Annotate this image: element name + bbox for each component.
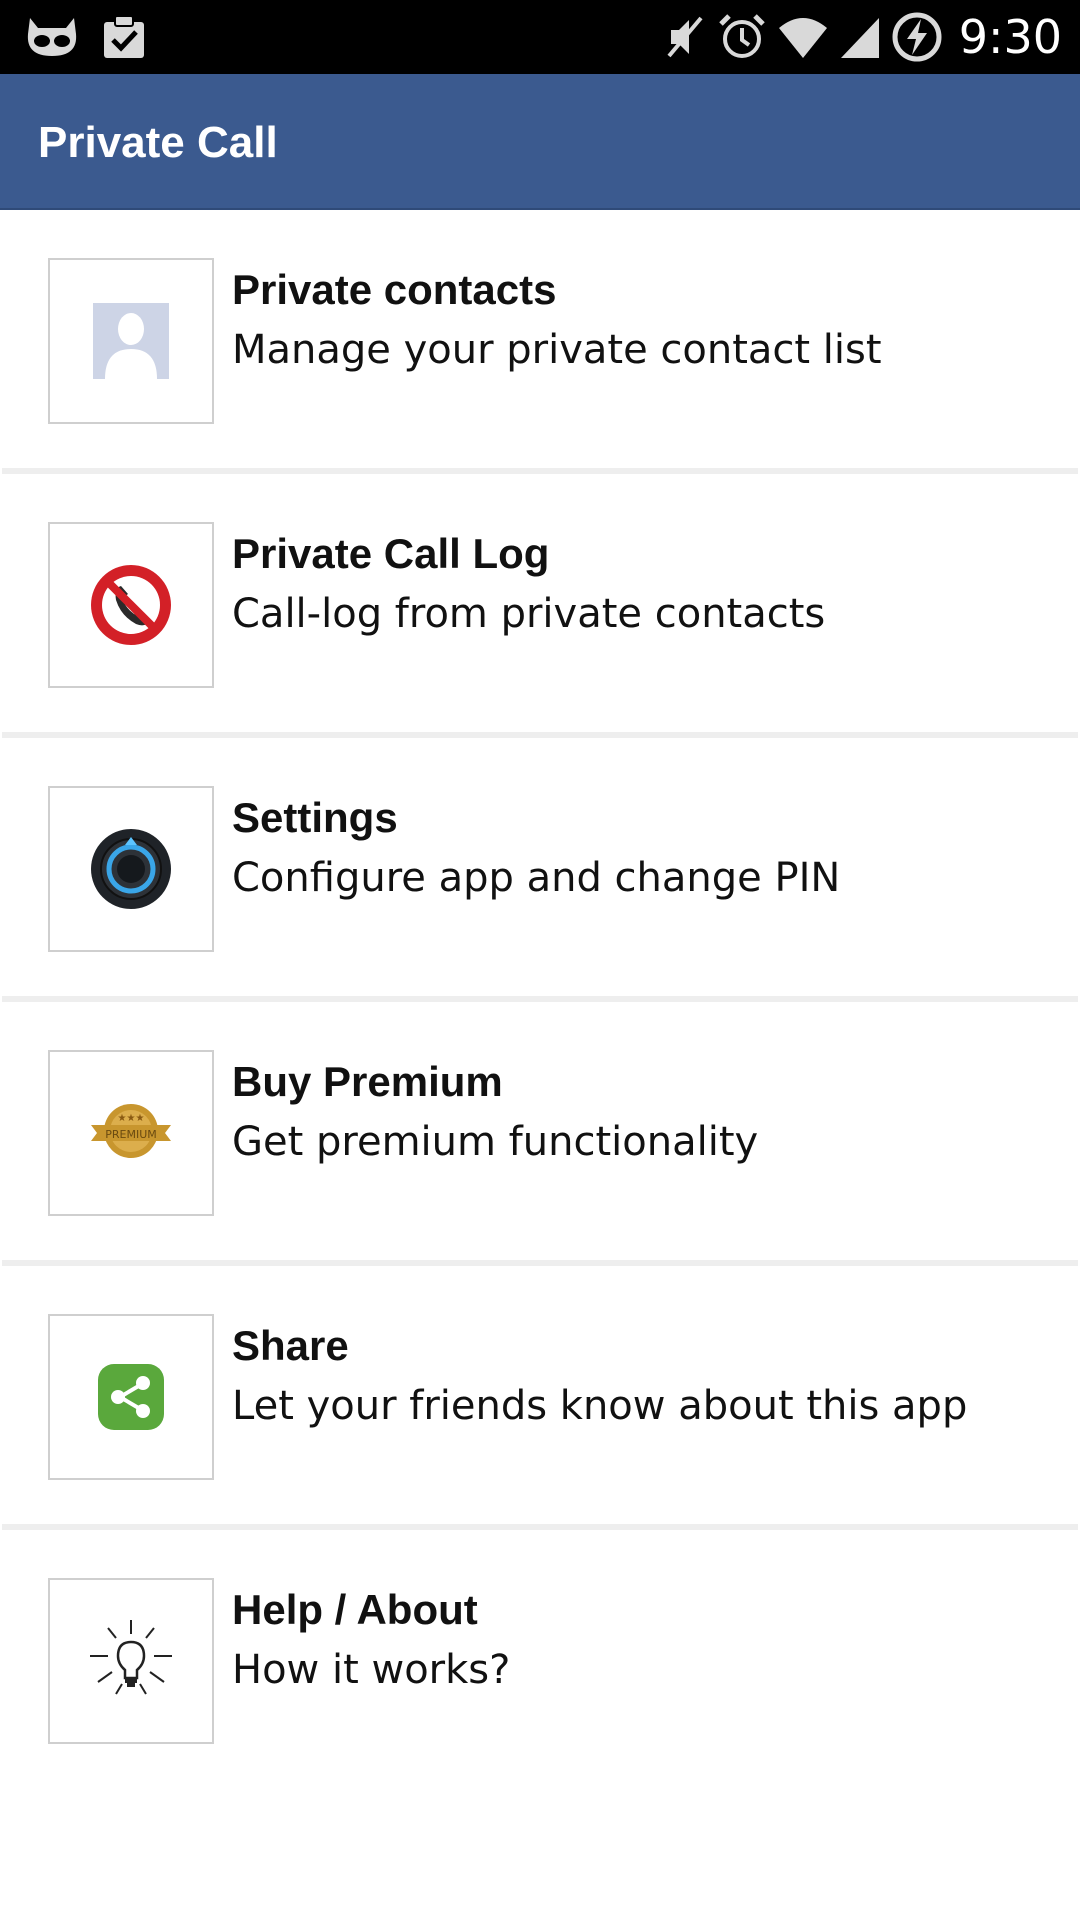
menu-item-subtitle: Configure app and change PIN bbox=[232, 855, 841, 901]
menu-item-settings[interactable]: Settings Configure app and change PIN bbox=[2, 738, 1078, 1002]
menu-item-subtitle: Call-log from private contacts bbox=[232, 591, 826, 637]
status-bar: 9:30 bbox=[0, 0, 1080, 74]
menu-item-subtitle: Manage your private contact list bbox=[232, 327, 882, 373]
menu-item-title: Buy Premium bbox=[232, 1058, 503, 1105]
menu-item-title: Help / About bbox=[232, 1586, 478, 1633]
menu-item-text: Private Call Log Call-log from private c… bbox=[232, 526, 1058, 646]
menu-item-private-contacts[interactable]: Private contacts Manage your private con… bbox=[2, 210, 1078, 474]
menu-item-thumbnail bbox=[48, 1578, 214, 1744]
app-title: Private Call bbox=[38, 118, 278, 167]
menu-item-text: Share Let your friends know about this a… bbox=[232, 1318, 1058, 1438]
battery-charging-icon bbox=[891, 11, 943, 63]
settings-knob-icon bbox=[89, 827, 173, 911]
no-call-icon bbox=[88, 562, 174, 648]
menu-item-subtitle: Get premium functionality bbox=[232, 1119, 759, 1165]
menu-item-title: Private Call Log bbox=[232, 530, 550, 577]
menu-item-title: Share bbox=[232, 1322, 349, 1369]
menu-item-thumbnail bbox=[48, 1314, 214, 1480]
clipboard-check-icon bbox=[100, 14, 148, 60]
menu-item-text: Help / About How it works? bbox=[232, 1582, 1058, 1702]
menu-item-thumbnail bbox=[48, 258, 214, 424]
share-icon bbox=[96, 1362, 166, 1432]
menu-item-subtitle: How it works? bbox=[232, 1647, 511, 1693]
status-left-icons bbox=[24, 10, 148, 64]
menu-item-private-call-log[interactable]: Private Call Log Call-log from private c… bbox=[2, 474, 1078, 738]
menu-item-text: Buy Premium Get premium functionality bbox=[232, 1054, 1058, 1174]
svg-text:PREMIUM: PREMIUM bbox=[105, 1128, 157, 1141]
premium-badge-icon: PREMIUM ★★★ bbox=[91, 1101, 171, 1165]
menu-item-thumbnail bbox=[48, 522, 214, 688]
menu-item-thumbnail: PREMIUM ★★★ bbox=[48, 1050, 214, 1216]
menu-item-buy-premium[interactable]: PREMIUM ★★★ Buy Premium Get premium func… bbox=[2, 1002, 1078, 1266]
menu-item-text: Settings Configure app and change PIN bbox=[232, 790, 1058, 910]
mute-icon bbox=[663, 12, 707, 62]
status-time: 9:30 bbox=[958, 10, 1062, 64]
lightbulb-icon bbox=[86, 1616, 176, 1706]
menu-item-subtitle: Let your friends know about this app bbox=[232, 1383, 968, 1429]
menu-item-title: Settings bbox=[232, 794, 398, 841]
status-right-icons: 9:30 bbox=[663, 8, 1062, 66]
menu-item-thumbnail bbox=[48, 786, 214, 952]
svg-text:★★★: ★★★ bbox=[118, 1113, 145, 1124]
menu-item-share[interactable]: Share Let your friends know about this a… bbox=[2, 1266, 1078, 1530]
wifi-icon bbox=[777, 14, 829, 60]
alarm-icon bbox=[717, 12, 767, 62]
menu-item-text: Private contacts Manage your private con… bbox=[232, 262, 1058, 382]
contact-silhouette-icon bbox=[93, 303, 169, 379]
android-face-icon bbox=[24, 14, 80, 60]
menu-list: Private contacts Manage your private con… bbox=[0, 210, 1080, 1788]
menu-item-help-about[interactable]: Help / About How it works? bbox=[2, 1530, 1078, 1788]
app-bar: Private Call bbox=[0, 74, 1080, 210]
signal-icon bbox=[839, 14, 881, 60]
menu-item-title: Private contacts bbox=[232, 266, 557, 313]
